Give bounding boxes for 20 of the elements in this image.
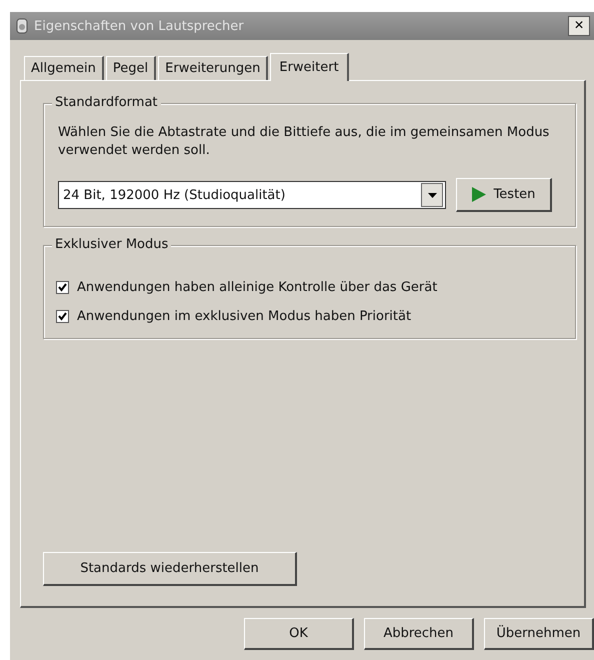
- tab[interactable]: Erweiterungen: [158, 56, 268, 80]
- restore-defaults-button[interactable]: Standards wiederherstellen: [43, 552, 297, 586]
- caret-icon: [428, 192, 436, 198]
- ok-button[interactable]: OK: [244, 618, 354, 650]
- description-text: Wählen Sie die Abtastrate und die Bittiefe aus, die im gemeinsamen Modus verwendet werden soll.: [58, 124, 550, 160]
- checkbox[interactable]: [56, 281, 69, 294]
- cancel-button[interactable]: Abbrechen: [364, 618, 474, 650]
- apply-button[interactable]: Übernehmen: [484, 618, 594, 650]
- close-button[interactable]: ×: [568, 16, 590, 36]
- tab[interactable]: Pegel: [106, 56, 156, 80]
- checkbox[interactable]: [56, 310, 69, 323]
- format-value: 24 Bit, 192000 Hz (Studioqualität): [63, 188, 286, 202]
- checkbox-label: Anwendungen haben alleinige Kontrolle über das Gerät: [77, 280, 438, 295]
- tab[interactable]: Allgemein: [24, 56, 104, 80]
- window-title: Eigenschaften von Lautsprecher: [34, 18, 245, 34]
- format-dropdown[interactable]: 24 Bit, 192000 Hz (Studioqualität): [58, 181, 446, 209]
- tab[interactable]: Erweitert: [270, 53, 349, 81]
- play-icon: [472, 187, 486, 202]
- checkbox-label: Anwendungen im exklusiven Modus haben Priorität: [77, 309, 412, 324]
- test-button[interactable]: Testen: [456, 178, 552, 212]
